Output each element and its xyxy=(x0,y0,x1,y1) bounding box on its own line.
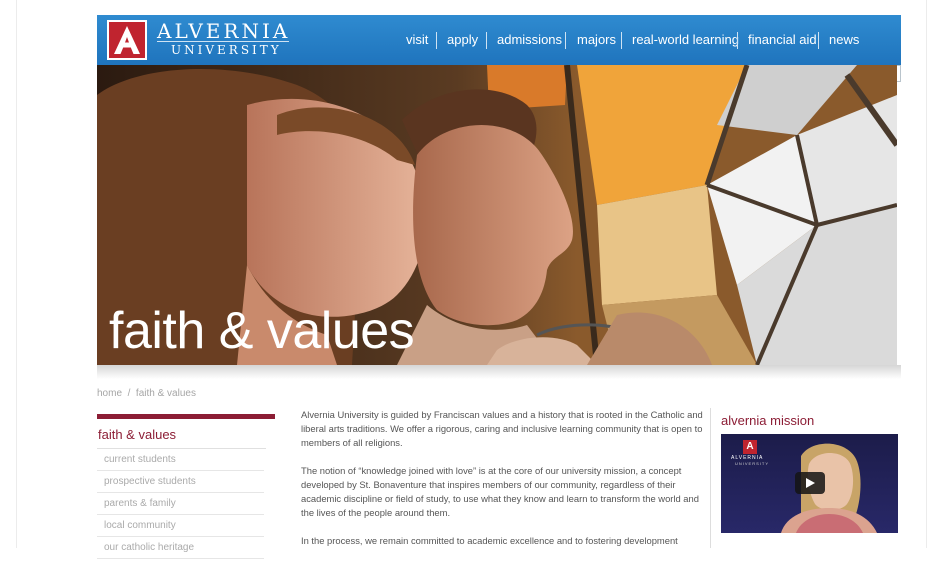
hero-title: faith & values xyxy=(109,302,415,360)
hero-shadow xyxy=(97,365,901,379)
nav-separator xyxy=(621,32,622,49)
mission-video[interactable]: A ALVERNIA UNIVERSITY xyxy=(721,434,898,533)
subnav-item-current-students[interactable]: current students xyxy=(97,449,264,471)
main-content: Alvernia University is guided by Francis… xyxy=(301,408,705,562)
breadcrumb-home[interactable]: home xyxy=(97,388,122,399)
column-divider xyxy=(710,408,711,548)
nav-financial-aid[interactable]: financial aid xyxy=(748,32,817,48)
main-nav: visit apply admissions majors real-world… xyxy=(97,32,901,52)
content-paragraph: In the process, we remain committed to a… xyxy=(301,535,678,546)
section-subnav: faith & values current students prospect… xyxy=(97,414,275,559)
breadcrumb-current: faith & values xyxy=(135,388,196,399)
nav-visit[interactable]: visit xyxy=(406,32,428,48)
video-logo-icon: A xyxy=(743,440,757,454)
breadcrumb: home / faith & values xyxy=(97,388,196,400)
video-logo-subtitle: UNIVERSITY xyxy=(735,461,770,466)
mission-title: alvernia mission xyxy=(721,413,815,428)
subnav-item-local-community[interactable]: local community xyxy=(97,515,264,537)
hero-banner: faith & values xyxy=(97,65,897,365)
play-icon xyxy=(806,478,815,488)
play-button[interactable] xyxy=(795,472,825,494)
subnav-item-parents-family[interactable]: parents & family xyxy=(97,493,264,515)
nav-admissions[interactable]: admissions xyxy=(497,32,562,48)
nav-separator xyxy=(818,32,819,49)
nav-separator xyxy=(737,32,738,49)
content-paragraph: Alvernia University is guided by Francis… xyxy=(301,409,703,448)
nav-news[interactable]: news xyxy=(829,32,859,48)
site-header: ALVERNIA UNIVERSITY visit apply admissio… xyxy=(97,15,901,65)
subnav-item-catholic-heritage[interactable]: our catholic heritage xyxy=(97,537,264,559)
nav-real-world-learning[interactable]: real-world learning xyxy=(632,32,739,48)
nav-separator xyxy=(486,32,487,49)
page-gutter-right xyxy=(926,0,927,548)
breadcrumb-separator: / xyxy=(127,388,131,399)
content-paragraph: The notion of “knowledge joined with lov… xyxy=(301,465,699,518)
subnav-title[interactable]: faith & values xyxy=(97,419,266,449)
nav-majors[interactable]: majors xyxy=(577,32,616,48)
nav-separator xyxy=(565,32,566,49)
nav-separator xyxy=(436,32,437,49)
subnav-item-prospective-students[interactable]: prospective students xyxy=(97,471,264,493)
nav-apply[interactable]: apply xyxy=(447,32,478,48)
page-gutter-left xyxy=(16,0,17,548)
